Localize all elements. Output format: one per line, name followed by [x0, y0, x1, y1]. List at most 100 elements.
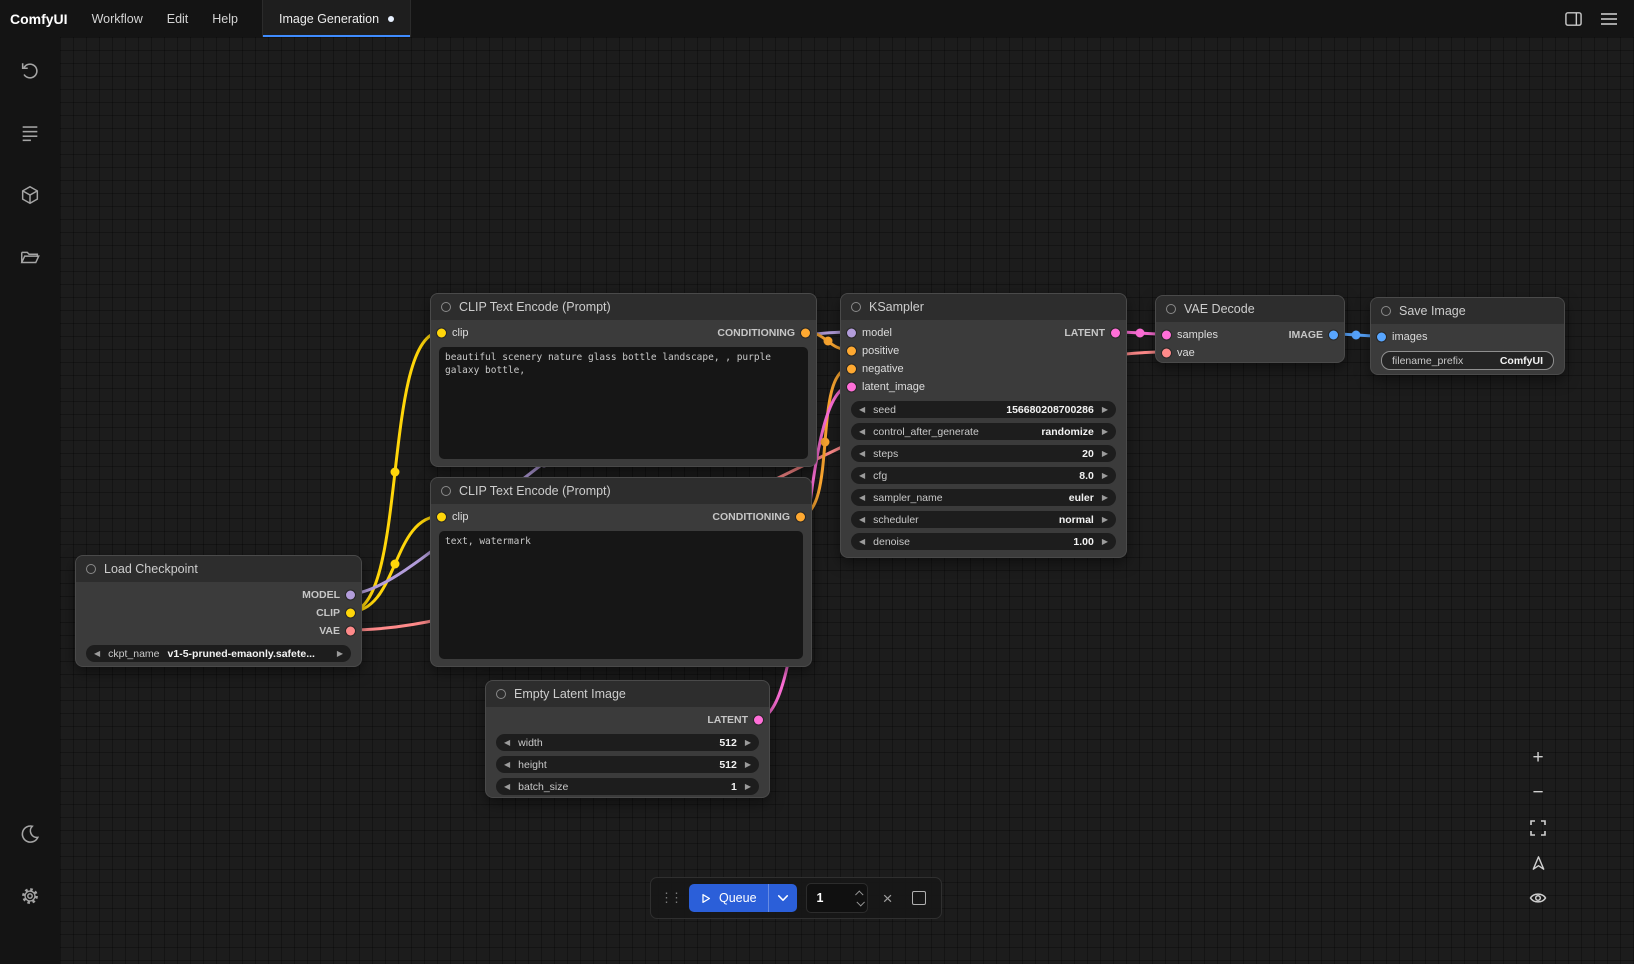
widget-steps[interactable]: ◀ steps 20 ▶	[851, 445, 1116, 462]
decrement-icon[interactable]: ◀	[859, 538, 865, 546]
tab-image-generation[interactable]: Image Generation	[262, 0, 411, 37]
widget-cfg[interactable]: ◀ cfg 8.0 ▶	[851, 467, 1116, 484]
widget-ckpt-name[interactable]: ◀ ckpt_name v1-5-pruned-emaonly.safete..…	[86, 645, 351, 662]
sidebar-button-history[interactable]	[12, 53, 48, 89]
panel-toggle-button[interactable]	[1558, 5, 1588, 33]
node-clip-text-encode-positive[interactable]: CLIP Text Encode (Prompt) clip CONDITION…	[430, 293, 817, 467]
queue-button[interactable]: Queue	[689, 884, 797, 912]
input-port-latent-image[interactable]	[847, 383, 856, 392]
decrement-icon[interactable]: ◀	[504, 783, 510, 791]
menu-help[interactable]: Help	[200, 0, 250, 37]
main-menu-button[interactable]	[1594, 5, 1624, 33]
drag-handle-icon[interactable]: ⋮⋮	[660, 890, 680, 906]
increment-icon[interactable]: ▶	[745, 783, 751, 791]
widget-filename-prefix[interactable]: filename_prefix ComfyUI	[1381, 351, 1554, 370]
input-port-images[interactable]	[1377, 333, 1386, 342]
increment-icon[interactable]: ▶	[1102, 538, 1108, 546]
prompt-textarea[interactable]: beautiful scenery nature glass bottle la…	[439, 347, 808, 459]
stepper-up-icon[interactable]	[855, 890, 863, 898]
node-vae-decode[interactable]: VAE Decode samples IMAGE vae	[1155, 295, 1345, 363]
menu-workflow[interactable]: Workflow	[80, 0, 155, 37]
sidebar-button-settings[interactable]	[12, 878, 48, 914]
widget-scheduler[interactable]: ◀ scheduler normal ▶	[851, 511, 1116, 528]
node-header[interactable]: VAE Decode	[1156, 296, 1344, 322]
decrement-icon[interactable]: ◀	[859, 450, 865, 458]
increment-icon[interactable]: ▶	[745, 761, 751, 769]
increment-icon[interactable]: ▶	[1102, 494, 1108, 502]
node-load-checkpoint[interactable]: Load Checkpoint MODEL CLIP VAE ◀ ckpt_na…	[75, 555, 362, 667]
output-port-latent[interactable]	[1111, 329, 1120, 338]
output-port-model[interactable]	[346, 591, 355, 600]
clear-queue-button[interactable]: ×	[877, 887, 899, 909]
input-port-clip[interactable]	[437, 329, 446, 338]
output-port-conditioning[interactable]	[801, 329, 810, 338]
increment-icon[interactable]: ▶	[1102, 472, 1108, 480]
decrement-icon[interactable]: ◀	[859, 406, 865, 414]
menu-edit[interactable]: Edit	[155, 0, 201, 37]
input-port-vae[interactable]	[1162, 349, 1171, 358]
widget-denoise[interactable]: ◀ denoise 1.00 ▶	[851, 533, 1116, 550]
queue-options-button[interactable]	[768, 884, 797, 912]
batch-count-input[interactable]: 1	[806, 883, 868, 913]
node-header[interactable]: CLIP Text Encode (Prompt)	[431, 294, 816, 320]
node-clip-text-encode-negative[interactable]: CLIP Text Encode (Prompt) clip CONDITION…	[430, 477, 812, 667]
increment-icon[interactable]: ▶	[745, 739, 751, 747]
input-port-positive[interactable]	[847, 347, 856, 356]
decrement-icon[interactable]: ◀	[504, 761, 510, 769]
output-port-clip[interactable]	[346, 609, 355, 618]
sidebar-button-model-library[interactable]	[12, 177, 48, 213]
collapse-dot[interactable]	[851, 302, 861, 312]
zoom-in-button[interactable]: +	[1520, 742, 1556, 774]
collapse-dot[interactable]	[1166, 304, 1176, 314]
increment-icon[interactable]: ▶	[337, 650, 343, 658]
increment-icon[interactable]: ▶	[1102, 516, 1108, 524]
select-mode-button[interactable]	[1520, 847, 1556, 879]
fit-view-button[interactable]	[1520, 812, 1556, 844]
sidebar-button-workflows[interactable]	[12, 239, 48, 275]
widget-batch-size[interactable]: ◀ batch_size 1 ▶	[496, 778, 759, 795]
input-port-negative[interactable]	[847, 365, 856, 374]
sidebar-button-queue[interactable]	[12, 115, 48, 151]
output-port-conditioning[interactable]	[796, 513, 805, 522]
sidebar-button-theme[interactable]	[12, 816, 48, 852]
decrement-icon[interactable]: ◀	[859, 494, 865, 502]
collapse-dot[interactable]	[441, 302, 451, 312]
decrement-icon[interactable]: ◀	[504, 739, 510, 747]
widget-height[interactable]: ◀ height 512 ▶	[496, 756, 759, 773]
decrement-icon[interactable]: ◀	[859, 516, 865, 524]
output-port-image[interactable]	[1329, 331, 1338, 340]
node-header[interactable]: Save Image	[1371, 298, 1564, 324]
widget-width[interactable]: ◀ width 512 ▶	[496, 734, 759, 751]
decrement-icon[interactable]: ◀	[859, 428, 865, 436]
collapse-dot[interactable]	[441, 486, 451, 496]
collapse-dot[interactable]	[496, 689, 506, 699]
decrement-icon[interactable]: ◀	[859, 472, 865, 480]
node-save-image[interactable]: Save Image images filename_prefix ComfyU…	[1370, 297, 1565, 375]
node-title: Empty Latent Image	[514, 687, 626, 701]
increment-icon[interactable]: ▶	[1102, 406, 1108, 414]
node-header[interactable]: Empty Latent Image	[486, 681, 769, 707]
collapse-dot[interactable]	[86, 564, 96, 574]
node-header[interactable]: KSampler	[841, 294, 1126, 320]
collapse-dot[interactable]	[1381, 306, 1391, 316]
input-port-model[interactable]	[847, 329, 856, 338]
node-empty-latent-image[interactable]: Empty Latent Image LATENT ◀ width 512 ▶ …	[485, 680, 770, 798]
output-port-vae[interactable]	[346, 627, 355, 636]
increment-icon[interactable]: ▶	[1102, 428, 1108, 436]
stepper-down-icon[interactable]	[856, 898, 864, 906]
widget-control-after-generate[interactable]: ◀ control_after_generate randomize ▶	[851, 423, 1116, 440]
node-header[interactable]: CLIP Text Encode (Prompt)	[431, 478, 811, 504]
output-port-latent[interactable]	[754, 716, 763, 725]
zoom-out-button[interactable]: −	[1520, 777, 1556, 809]
toggle-link-visibility-button[interactable]	[1520, 882, 1556, 914]
decrement-icon[interactable]: ◀	[94, 650, 100, 658]
increment-icon[interactable]: ▶	[1102, 450, 1108, 458]
widget-seed[interactable]: ◀ seed 156680208700286 ▶	[851, 401, 1116, 418]
stop-button[interactable]	[908, 887, 930, 909]
input-port-clip[interactable]	[437, 513, 446, 522]
node-ksampler[interactable]: KSampler model LATENT positive negative …	[840, 293, 1127, 558]
node-header[interactable]: Load Checkpoint	[76, 556, 361, 582]
prompt-textarea[interactable]: text, watermark	[439, 531, 803, 659]
widget-sampler-name[interactable]: ◀ sampler_name euler ▶	[851, 489, 1116, 506]
input-port-samples[interactable]	[1162, 331, 1171, 340]
